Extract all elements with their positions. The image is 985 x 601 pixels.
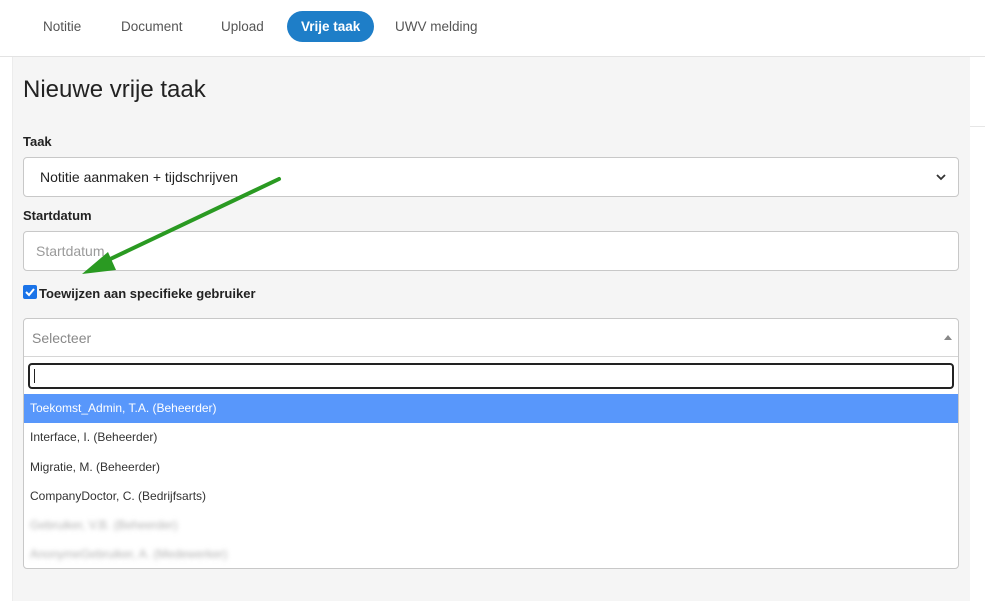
tab-upload[interactable]: Upload	[207, 11, 278, 42]
task-form-panel: Nieuwe vrije taak Taak Notitie aanmaken …	[13, 57, 970, 601]
user-option[interactable]: Interface, I. (Beheerder)	[24, 423, 958, 452]
assign-user-label: Toewijzen aan specifieke gebruiker	[39, 286, 256, 301]
user-option[interactable]: Gebruiker, V.B. (Beheerder)	[24, 511, 958, 540]
user-option[interactable]: AnonymeGebruiker, A. (Medewerker)	[24, 540, 958, 569]
taak-label: Taak	[23, 134, 52, 149]
text-caret	[34, 369, 35, 383]
tab-bar: Notitie Document Upload Vrije taak UWV m…	[0, 0, 985, 57]
right-strip	[970, 57, 985, 127]
tab-notitie[interactable]: Notitie	[29, 11, 95, 42]
tab-document[interactable]: Document	[107, 11, 197, 42]
user-select[interactable]: Selecteer	[24, 319, 958, 357]
taak-select-value: Notitie aanmaken + tijdschrijven	[40, 169, 239, 185]
tab-uwv-melding[interactable]: UWV melding	[381, 11, 492, 42]
user-option[interactable]: Toekomst_Admin, T.A. (Beheerder)	[24, 394, 958, 423]
taak-select[interactable]: Notitie aanmaken + tijdschrijven	[23, 157, 959, 197]
chevron-down-icon	[936, 174, 946, 181]
caret-up-icon	[944, 335, 952, 340]
user-search-input[interactable]	[28, 363, 954, 389]
user-option[interactable]: Migratie, M. (Beheerder)	[24, 453, 958, 482]
page-title: Nieuwe vrije taak	[23, 76, 206, 103]
startdatum-input[interactable]	[23, 231, 959, 271]
startdatum-label: Startdatum	[23, 208, 92, 223]
assign-user-checkbox[interactable]	[23, 285, 37, 299]
user-select-placeholder: Selecteer	[32, 330, 92, 346]
tab-vrije-taak[interactable]: Vrije taak	[287, 11, 375, 42]
check-icon	[25, 288, 35, 297]
user-option[interactable]: CompanyDoctor, C. (Bedrijfsarts)	[24, 482, 958, 511]
user-select-dropdown: Selecteer Toekomst_Admin, T.A. (Beheerde…	[23, 318, 959, 569]
